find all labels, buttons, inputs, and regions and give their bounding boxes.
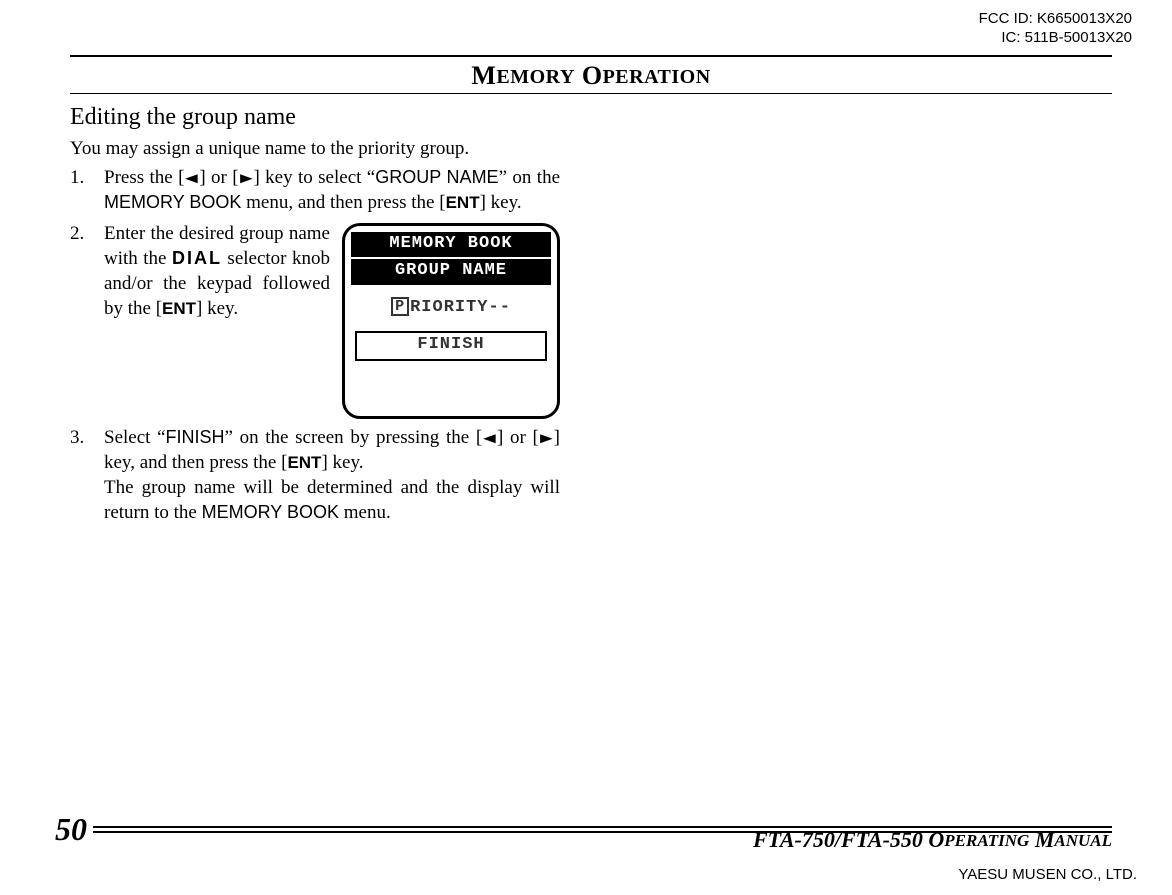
ui-label: FINISH <box>166 427 225 447</box>
ui-label: MEMORY BOOK <box>202 502 339 522</box>
lcd-cursor-char: P <box>391 297 409 316</box>
step-body: Press the [◄] or [►] key to select “GROU… <box>104 165 560 215</box>
text: ” on the <box>499 167 560 188</box>
manual-title: FTA-750/FTA-550 OPERATING MANUAL <box>753 827 1112 853</box>
page-number: 50 <box>55 811 93 848</box>
step-3: 3. Select “FINISH” on the screen by pres… <box>70 425 560 525</box>
intro-text: You may assign a unique name to the prio… <box>70 136 560 161</box>
manual-title-part: FTA-750/FTA-550 O <box>753 827 944 852</box>
arrow-left-icon: ◄ <box>479 429 500 449</box>
text: Select “ <box>104 427 166 448</box>
step-number: 1. <box>70 165 104 215</box>
title-part: M <box>471 61 496 90</box>
text: Press the [ <box>104 167 184 188</box>
ui-label: GROUP NAME <box>375 167 498 187</box>
text: menu. <box>339 502 391 523</box>
lcd-title-bar: MEMORY BOOK <box>351 232 551 257</box>
steps-list: 1. Press the [◄] or [►] key to select “G… <box>70 165 560 525</box>
content-column: Editing the group name You may assign a … <box>70 102 560 525</box>
manual-title-part: M <box>1029 827 1054 852</box>
manual-title-part: PERATING <box>944 831 1029 850</box>
subheading: Editing the group name <box>70 102 560 134</box>
step-2: 2. Enter the desired group name with the… <box>70 221 560 419</box>
key-label: ENT <box>446 193 480 212</box>
title-part: O <box>582 61 603 90</box>
arrow-right-icon: ► <box>236 169 257 189</box>
manual-title-part: ANUAL <box>1054 831 1112 850</box>
arrow-right-icon: ► <box>536 429 557 449</box>
knob-label: DIAL <box>172 248 222 268</box>
lcd-finish-button: FINISH <box>355 331 547 360</box>
ui-label: MEMORY BOOK <box>104 192 241 212</box>
lcd-entry-text: RIORITY-- <box>410 298 511 317</box>
title-part: PERATION <box>603 66 711 88</box>
step-1: 1. Press the [◄] or [►] key to select “G… <box>70 165 560 215</box>
text: menu, and then press the [ <box>241 192 445 213</box>
manual-page: FCC ID: K6650013X20 IC: 511B-50013X20 ME… <box>0 0 1172 895</box>
text: ] or [ <box>497 427 539 448</box>
section-title: MEMORY OPERATION <box>70 57 1112 93</box>
arrow-left-icon: ◄ <box>181 169 202 189</box>
rule-bottom <box>70 93 1112 94</box>
text: ] key to select “ <box>253 167 375 188</box>
fcc-id: FCC ID: K6650013X20 <box>979 10 1132 29</box>
text: ] key. <box>321 452 363 473</box>
step-body: Select “FINISH” on the screen by pressin… <box>104 425 560 525</box>
lcd-subtitle-bar: GROUP NAME <box>351 259 551 284</box>
step-number: 3. <box>70 425 104 525</box>
step-number: 2. <box>70 221 104 419</box>
key-label: ENT <box>287 453 321 472</box>
regulatory-ids: FCC ID: K6650013X20 IC: 511B-50013X20 <box>979 10 1132 48</box>
text: ” on the screen by pressing the [ <box>225 427 483 448</box>
key-label: ENT <box>162 299 196 318</box>
lcd-screen: MEMORY BOOK GROUP NAME PRIORITY-- FINISH <box>342 223 560 419</box>
ic-id: IC: 511B-50013X20 <box>979 29 1132 48</box>
lcd-entry-line: PRIORITY-- <box>351 287 551 323</box>
company-name: YAESU MUSEN CO., LTD. <box>958 866 1137 883</box>
step-body: Enter the desired group name with the DI… <box>104 221 560 419</box>
text: ] key. <box>196 298 238 319</box>
title-part: EMORY <box>496 66 574 88</box>
text: ] or [ <box>199 167 238 188</box>
text: ] key. <box>480 192 522 213</box>
section-header: MEMORY OPERATION <box>70 0 1112 94</box>
